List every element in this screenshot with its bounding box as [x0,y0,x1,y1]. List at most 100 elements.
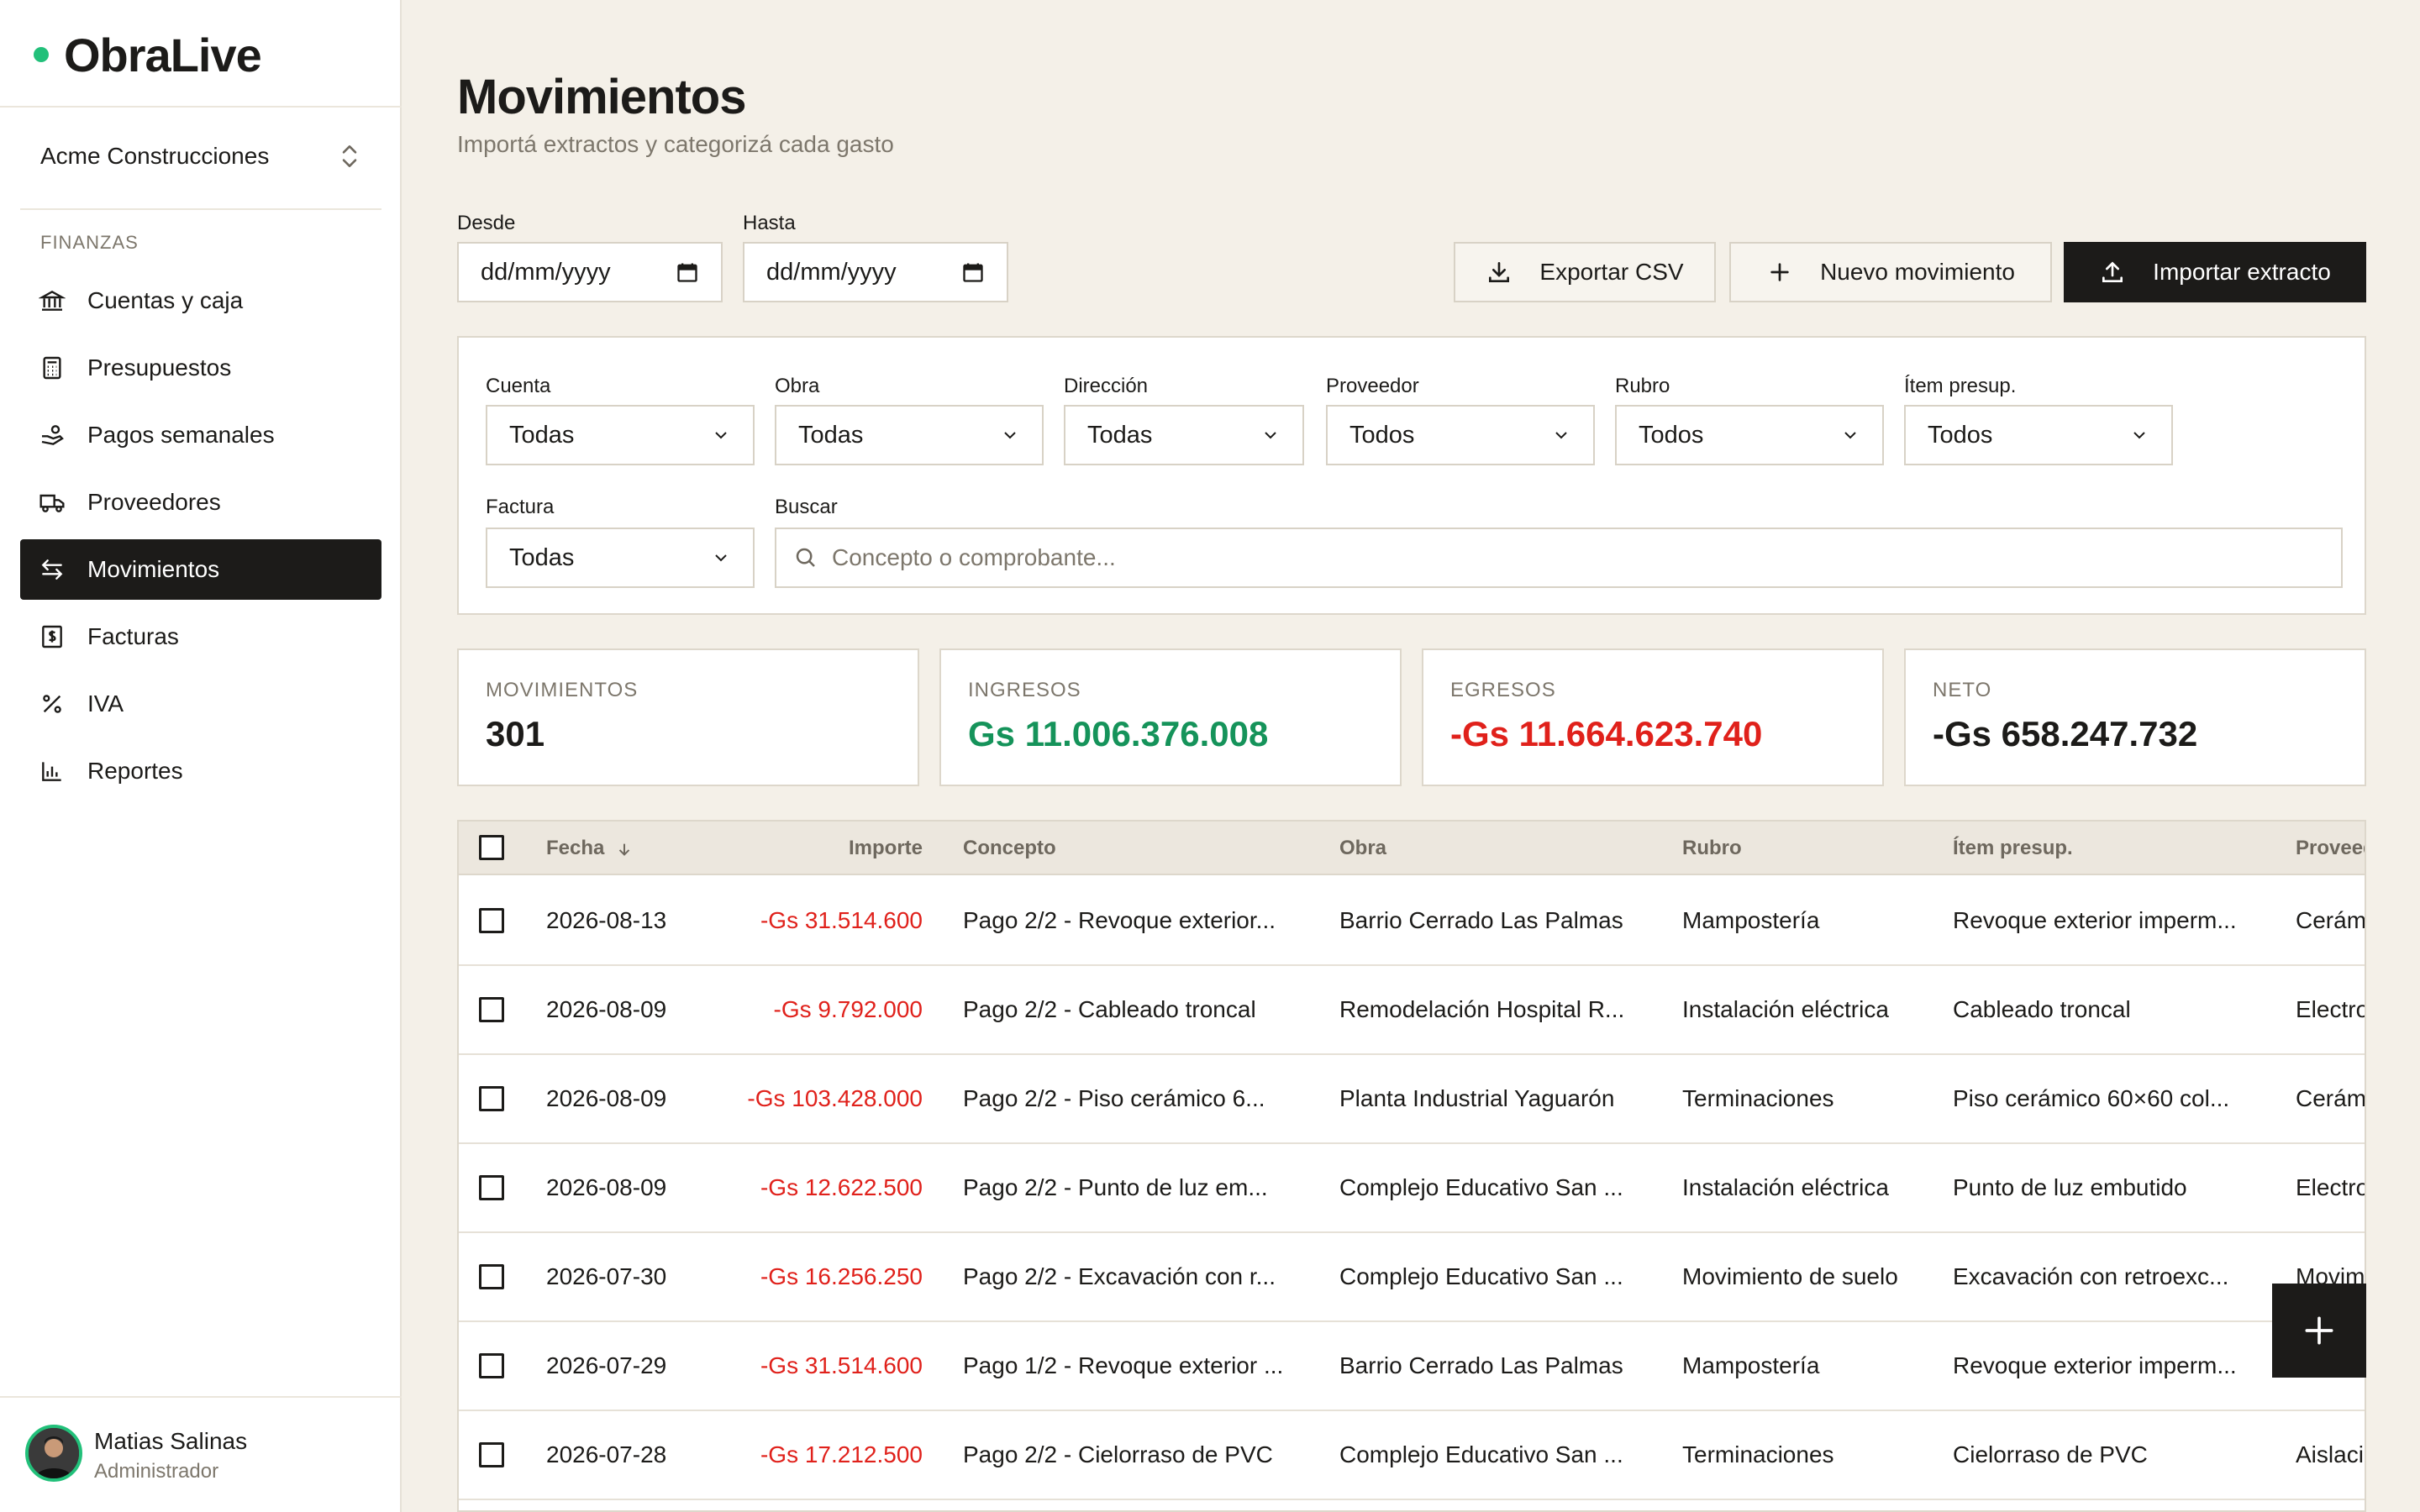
cell-importe: -Gs 31.514.600 [760,1352,923,1378]
sidebar-item-facturas[interactable]: Facturas [20,606,381,667]
cell-obra: Planta Industrial Yaguarón [1339,1085,1615,1111]
sidebar-item-pagos-semanales[interactable]: Pagos semanales [20,405,381,465]
arrows-swap-icon [39,556,66,583]
avatar [25,1425,82,1482]
filter-buscar-label: Buscar [775,496,838,518]
import-statement-button[interactable]: Importar extracto [2064,242,2366,302]
chevron-down-icon [715,554,727,562]
table-row[interactable]: 2026-08-09 -Gs 9.792.000 Pago 2/2 - Cablea… [459,966,2365,1055]
cell-concepto: Pago 2/2 - Piso cerámico 6... [963,1085,1265,1111]
filter-obra-select[interactable]: Todas [775,405,1044,465]
date-to-input[interactable]: dd/mm/yyyy [743,242,1008,302]
cell-proveedor: Cerám [2296,1085,2366,1111]
column-header-item[interactable]: Ítem presup. [1953,822,2073,875]
sidebar-item-iva[interactable]: IVA [20,674,381,734]
filter-factura-select[interactable]: Todas [486,528,755,588]
org-switcher[interactable]: Acme Construcciones [20,124,381,188]
calendar-icon [677,263,697,282]
calculator-icon [39,354,66,381]
sidebar-item-proveedores[interactable]: Proveedores [20,472,381,533]
row-checkbox[interactable] [479,1264,504,1289]
filter-rubro-label: Rubro [1615,375,1670,397]
column-header-fecha[interactable]: Fecha [546,822,634,875]
cell-fecha: 2026-07-28 [546,1441,667,1467]
row-checkbox[interactable] [479,1175,504,1200]
cell-fecha: 2026-08-13 [546,907,667,933]
cell-fecha: 2026-08-09 [546,1174,667,1200]
new-movement-label: Nuevo movimiento [1820,259,2015,285]
logo[interactable]: ObraLive [34,25,262,84]
date-from-input[interactable]: dd/mm/yyyy [457,242,723,302]
sidebar-item-cuentas[interactable]: Cuentas y caja [20,270,381,331]
sidebar-item-reportes[interactable]: Reportes [20,741,381,801]
divider [0,106,402,108]
table-row[interactable]: 2026-08-09 -Gs 103.428.000 Pago 2/2 - Piso… [459,1055,2366,1144]
bar-chart-icon [39,758,66,785]
column-header-label: Fecha [546,837,605,859]
filter-direccion-select[interactable]: Todas [1064,405,1304,465]
sidebar-item-movimientos[interactable]: Movimientos [20,539,381,600]
filter-obra-value: Todas [798,421,864,449]
download-icon [1489,262,1510,282]
column-header-proveedor[interactable]: Proveedor [2296,822,2365,875]
column-header-rubro[interactable]: Rubro [1682,822,1742,875]
sidebar: ObraLive Acme Construcciones FINANZAS Cu… [0,0,402,1512]
filter-proveedor-select[interactable]: Todos [1326,405,1595,465]
filter-rubro-select[interactable]: Todos [1615,405,1884,465]
sidebar-item-label: Pagos semanales [87,422,275,448]
row-checkbox[interactable] [479,1353,504,1378]
table-row[interactable]: 2026-08-09 -Gs 12.622.500 Pago 2/2 - Punto… [459,1144,2365,1233]
cell-rubro: Instalación eléctrica [1682,996,1889,1022]
calendar-icon [963,263,983,282]
table-row[interactable]: 2026-08-13 -Gs 31.514.600 Pago 2/2 - Revoq… [459,877,2366,966]
column-header-concepto[interactable]: Concepto [963,822,1056,875]
cell-item: Piso cerámico 60×60 col... [1953,1085,2230,1111]
user-profile[interactable]: Matias Salinas Administrador [0,1396,402,1512]
cell-concepto: Pago 2/2 - Excavación con r... [963,1263,1276,1289]
row-checkbox[interactable] [479,1442,504,1467]
select-all-checkbox[interactable] [479,835,504,860]
cell-obra: Barrio Cerrado Las Palmas [1339,1352,1623,1378]
import-statement-label: Importar extracto [2153,259,2331,285]
filter-item-label: Ítem presup. [1904,375,2017,397]
plus-icon [2305,1316,2333,1345]
cell-concepto: Pago 2/2 - Cableado troncal [963,996,1256,1022]
row-checkbox[interactable] [479,1086,504,1111]
sidebar-item-presupuestos[interactable]: Presupuestos [20,338,381,398]
plus-icon [1770,263,1789,281]
receipt-icon [39,623,66,650]
cell-obra: Complejo Educativo San ... [1339,1174,1623,1200]
table-row[interactable]: 2026-07-28 -Gs 17.212.500 Pago 2/2 - Cielo… [459,1411,2365,1500]
movements-table: Fecha Importe Concepto Obra Rubro Ítem p… [457,820,2366,1512]
cell-importe: -Gs 17.212.500 [760,1441,923,1467]
search-field[interactable] [775,528,2343,588]
cell-item: Cielorraso de PVC [1953,1441,2148,1467]
column-header-importe[interactable]: Importe [736,822,923,875]
summary-label: NETO [1933,679,1992,701]
add-floating-button[interactable] [2272,1284,2366,1378]
sidebar-item-label: Proveedores [87,489,221,515]
filter-proveedor-label: Proveedor [1326,375,1419,397]
filter-cuenta-select[interactable]: Todas [486,405,755,465]
row-checkbox[interactable] [479,908,504,933]
cell-proveedor: Cerám [2296,907,2366,933]
cell-rubro: Movimiento de suelo [1682,1263,1898,1289]
summary-card-neto: NETO -Gs 658.247.732 [1904,648,2366,786]
logo-text: ObraLive [64,28,262,81]
column-header-obra[interactable]: Obra [1339,822,1386,875]
new-movement-button[interactable]: Nuevo movimiento [1729,242,2052,302]
chevron-down-icon [1555,432,1567,439]
chevron-up-down-icon [342,145,357,167]
table-row[interactable]: 2026-07-30 -Gs 16.256.250 Pago 2/2 - Excav… [459,1233,2365,1322]
row-checkbox[interactable] [479,997,504,1022]
cell-rubro: Instalación eléctrica [1682,1174,1889,1200]
table-row[interactable]: 2026-07-29 -Gs 31.514.600 Pago 1/2 - Revoq… [459,1322,2365,1411]
cell-concepto: Pago 2/2 - Revoque exterior... [963,907,1276,933]
filter-item-select[interactable]: Todos [1904,405,2173,465]
cell-rubro: Terminaciones [1682,1441,1834,1467]
cell-rubro: Terminaciones [1682,1085,1834,1111]
export-csv-button[interactable]: Exportar CSV [1454,242,1716,302]
logo-dot-icon [34,47,49,62]
filter-item-value: Todos [1928,421,1993,449]
search-input[interactable] [832,544,2260,571]
